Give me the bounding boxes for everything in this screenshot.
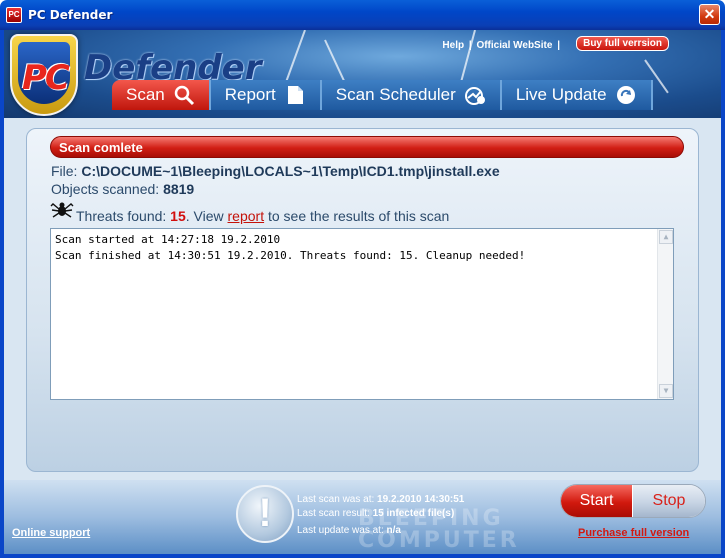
- purchase-full-version-link[interactable]: Purchase full version: [578, 527, 689, 539]
- tab-label: Scan Scheduler: [335, 85, 456, 104]
- scan-status-banner: Scan comlete: [50, 136, 684, 158]
- log-scrollbar[interactable]: ▲ ▼: [657, 229, 673, 399]
- official-website-link[interactable]: Official WebSite: [476, 40, 552, 51]
- start-button[interactable]: Start: [561, 485, 633, 517]
- lightning-decoration: [283, 30, 306, 87]
- log-line: Scan started at 14:27:18 19.2.2010: [55, 233, 281, 246]
- scan-file-line: File: C:\DOCUME~1\Bleeping\LOCALS~1\Temp…: [51, 163, 500, 179]
- lightning-decoration: [324, 39, 348, 86]
- file-label: File:: [51, 163, 78, 179]
- file-path: C:\DOCUME~1\Bleeping\LOCALS~1\Temp\ICD1.…: [81, 163, 500, 179]
- stop-button[interactable]: Stop: [633, 485, 705, 517]
- objects-label: Objects scanned:: [51, 181, 160, 197]
- tab-live-update[interactable]: Live Update: [501, 80, 653, 110]
- lightning-decoration: [459, 30, 476, 84]
- spider-icon: [50, 202, 74, 218]
- last-result-line: Last scan result: 15 infected file(s): [297, 508, 455, 519]
- threats-found-line: Threats found: 15. View report to see th…: [76, 208, 449, 224]
- threats-suffix: . View: [185, 208, 224, 224]
- scan-controls: Start Stop: [560, 484, 706, 518]
- scheduler-icon: [464, 87, 485, 105]
- warning-icon: !: [236, 485, 294, 543]
- tab-label: Live Update: [515, 85, 607, 104]
- last-scan-value: 19.2.2010 14:30:51: [377, 494, 465, 505]
- window-titlebar: PC PC Defender ✕: [0, 0, 725, 30]
- logo-shield-icon: PC: [10, 34, 78, 116]
- app-icon: PC: [6, 7, 22, 23]
- log-line: Scan finished at 14:30:51 19.2.2010. Thr…: [55, 249, 526, 262]
- online-support-link[interactable]: Online support: [12, 527, 90, 539]
- close-button[interactable]: ✕: [699, 4, 720, 25]
- last-scan-line: Last scan was at: 19.2.2010 14:30:51: [297, 494, 465, 505]
- scroll-down-arrow-icon[interactable]: ▼: [659, 384, 673, 398]
- window-title: PC Defender: [28, 8, 113, 22]
- scroll-up-arrow-icon[interactable]: ▲: [659, 230, 673, 244]
- last-update-line: Last update was at: n/a: [297, 525, 401, 536]
- tab-scan[interactable]: Scan: [112, 80, 211, 110]
- objects-count: 8819: [163, 181, 195, 197]
- link-separator: |: [468, 40, 472, 51]
- tab-report[interactable]: Report: [210, 80, 322, 110]
- tab-label: Report: [224, 85, 276, 104]
- last-update-value: n/a: [386, 525, 401, 536]
- threats-suffix: to see the results of this scan: [267, 208, 450, 224]
- buy-full-version-button[interactable]: Buy full verrsion: [576, 36, 669, 51]
- link-separator: |: [557, 40, 560, 51]
- magnifier-icon: [174, 85, 194, 106]
- help-link[interactable]: Help: [442, 40, 464, 51]
- logo-initials: PC: [22, 58, 70, 98]
- report-link[interactable]: report: [228, 208, 265, 224]
- document-icon: [287, 86, 303, 104]
- threats-count: 15: [170, 208, 186, 224]
- header-links: Help | Official WebSite |: [441, 40, 561, 51]
- scan-log[interactable]: Scan started at 14:27:18 19.2.2010 Scan …: [50, 228, 674, 400]
- threats-label: Threats found:: [76, 208, 167, 224]
- objects-scanned-line: Objects scanned: 8819: [51, 181, 194, 197]
- main-tabs: Scan Report Scan Scheduler Live Update: [112, 80, 653, 110]
- tab-label: Scan: [126, 85, 165, 104]
- last-result-value: 15 infected file(s): [372, 508, 455, 519]
- update-icon: [616, 86, 635, 104]
- tab-scan-scheduler[interactable]: Scan Scheduler: [321, 80, 502, 110]
